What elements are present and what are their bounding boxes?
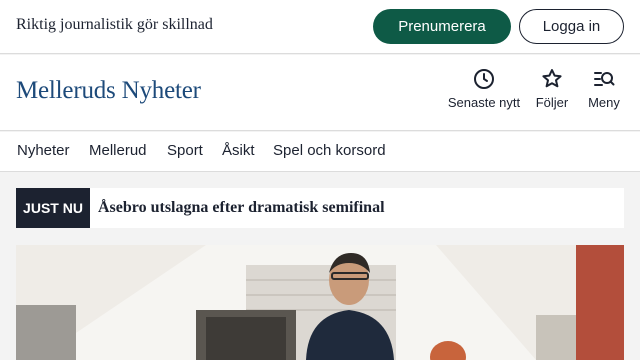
latest-news-label: Senaste nytt: [447, 95, 521, 110]
breaking-news-bar[interactable]: JUST NU Åsebro utslagna efter dramatisk …: [16, 188, 624, 228]
menu-button[interactable]: Meny: [584, 67, 624, 117]
nav-item-asikt[interactable]: Åsikt: [222, 142, 255, 159]
clock-icon: [474, 69, 494, 89]
latest-news-button[interactable]: Senaste nytt: [446, 67, 522, 117]
tagline: Riktig journalistik gör skillnad: [16, 16, 213, 33]
nav-item-mellerud[interactable]: Mellerud: [89, 142, 147, 159]
section-nav: Nyheter Mellerud Sport Åsikt Spel och ko…: [0, 132, 640, 172]
nav-item-spel-och-korsord[interactable]: Spel och korsord: [273, 142, 386, 159]
login-button[interactable]: Logga in: [519, 9, 624, 44]
breaking-headline[interactable]: Åsebro utslagna efter dramatisk semifina…: [98, 199, 385, 217]
site-header: Melleruds Nyheter Senaste nytt Följer Me…: [0, 55, 640, 131]
menu-search-icon: [594, 72, 615, 86]
site-logo[interactable]: Melleruds Nyheter: [16, 77, 201, 105]
nav-item-nyheter[interactable]: Nyheter: [17, 142, 70, 159]
subscribe-button[interactable]: Prenumerera: [373, 9, 511, 44]
hero-photo: [16, 245, 624, 360]
menu-label: Meny: [588, 95, 620, 110]
following-label: Följer: [535, 95, 569, 110]
just-nu-badge: JUST NU: [16, 188, 90, 228]
star-icon: [542, 69, 562, 88]
top-bar: Riktig journalistik gör skillnad Prenume…: [0, 0, 640, 54]
hero-image[interactable]: [16, 245, 624, 360]
nav-item-sport[interactable]: Sport: [167, 142, 203, 159]
following-button[interactable]: Följer: [530, 67, 574, 117]
